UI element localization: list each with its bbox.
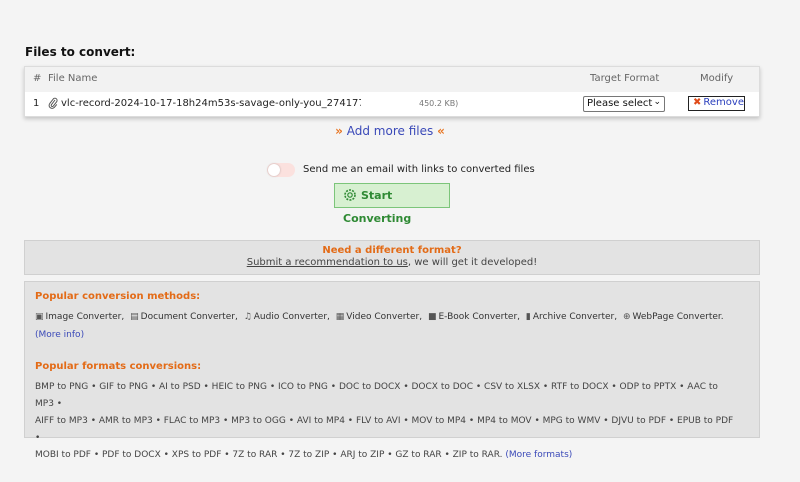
popular-formats-list: BMP to PNG • GIF to PNG • AI to PSD • HE… [35,379,735,464]
conversion-methods-list: ▣ Image Converter, ▤ Document Converter, ♫… [35,312,727,322]
image-icon: ▣ [35,312,44,322]
header-num: # [33,73,42,84]
method-archive-converter[interactable]: ▮ Archive Converter, [526,312,617,322]
toggle-knob [268,164,280,176]
globe-icon: ⊕ [622,312,631,322]
need-format-box: Need a different format? Submit a recomm… [24,240,760,275]
more-formats-link[interactable]: (More formats) [505,450,572,460]
files-to-convert-title: Files to convert: [25,45,136,59]
method-label: Archive Converter, [532,312,618,322]
email-toggle[interactable] [267,163,295,177]
method-video-converter[interactable]: ▦ Video Converter, [336,312,422,322]
method-label: E-Book Converter, [438,312,521,322]
format-line-text[interactable]: MOBI to PDF • PDF to DOCX • XPS to PDF •… [35,450,502,460]
add-more-files-link[interactable]: » Add more files « [0,124,780,138]
close-icon: ✖ [693,97,702,108]
music-note-icon: ♫ [243,312,252,322]
need-format-rest: , we will get it developed! [407,257,538,268]
popular-methods-title: Popular conversion methods: [35,291,201,302]
row-number: 1 [33,98,40,109]
header-file-name: File Name [48,73,98,84]
method-label: Image Converter, [45,312,125,322]
need-format-title: Need a different format? [322,245,462,256]
book-icon: ■ [427,312,437,322]
more-info-link[interactable]: (More info) [35,330,84,340]
file-table: # File Name Target Format Modify 1 vlc-r… [24,66,760,117]
target-format-select[interactable]: Please select ⌄ [583,96,665,112]
file-size: 450.2 KB) [419,99,459,108]
convert-gear-icon [344,189,356,201]
format-line[interactable]: BMP to PNG • GIF to PNG • AI to PSD • HE… [35,379,735,413]
double-chevron-right-icon: » [335,124,343,138]
file-name: vlc-record-2024-10-17-18h24m53s-savage-o… [61,98,361,109]
film-icon: ▦ [335,312,345,322]
chevron-down-icon: ⌄ [653,97,661,107]
method-webpage-converter[interactable]: ⊕ WebPage Converter. [623,312,724,322]
format-line[interactable]: AIFF to MP3 • AMR to MP3 • FLAC to MP3 •… [35,413,735,447]
remove-label: Remove [703,97,744,108]
double-chevron-left-icon: « [437,124,445,138]
need-format-text: Submit a recommendation to us, we will g… [25,257,759,268]
method-label: Audio Converter, [253,312,330,322]
method-audio-converter[interactable]: ♫ Audio Converter, [244,312,330,322]
add-more-label: Add more files [346,124,434,138]
popular-conversions-box: Popular conversion methods: ▣ Image Conve… [24,281,760,460]
table-header: # File Name Target Format Modify [25,67,759,92]
start-converting-button[interactable]: Start Converting [334,183,450,225]
popular-formats-title: Popular formats conversions: [35,361,202,372]
method-document-converter[interactable]: ▤ Document Converter, [130,312,238,322]
paperclip-icon [48,97,58,109]
method-label: Video Converter, [346,312,423,322]
method-label: WebPage Converter. [632,312,724,322]
table-row: 1 vlc-record-2024-10-17-18h24m53s-savage… [25,92,759,117]
document-icon: ▤ [130,312,139,322]
remove-button[interactable]: ✖ Remove [688,96,745,111]
method-image-converter[interactable]: ▣ Image Converter, [35,312,124,322]
email-label: Send me an email with links to converted… [303,164,535,175]
method-ebook-converter[interactable]: ■ E-Book Converter, [428,312,520,322]
submit-recommendation-link[interactable]: Submit a recommendation to us [247,257,408,268]
header-modify: Modify [700,73,734,84]
target-format-value: Please select [587,98,653,109]
format-line: MOBI to PDF • PDF to DOCX • XPS to PDF •… [35,447,735,464]
archive-icon: ▮ [525,312,531,322]
method-label: Document Converter, [140,312,238,322]
header-target-format: Target Format [590,73,660,84]
